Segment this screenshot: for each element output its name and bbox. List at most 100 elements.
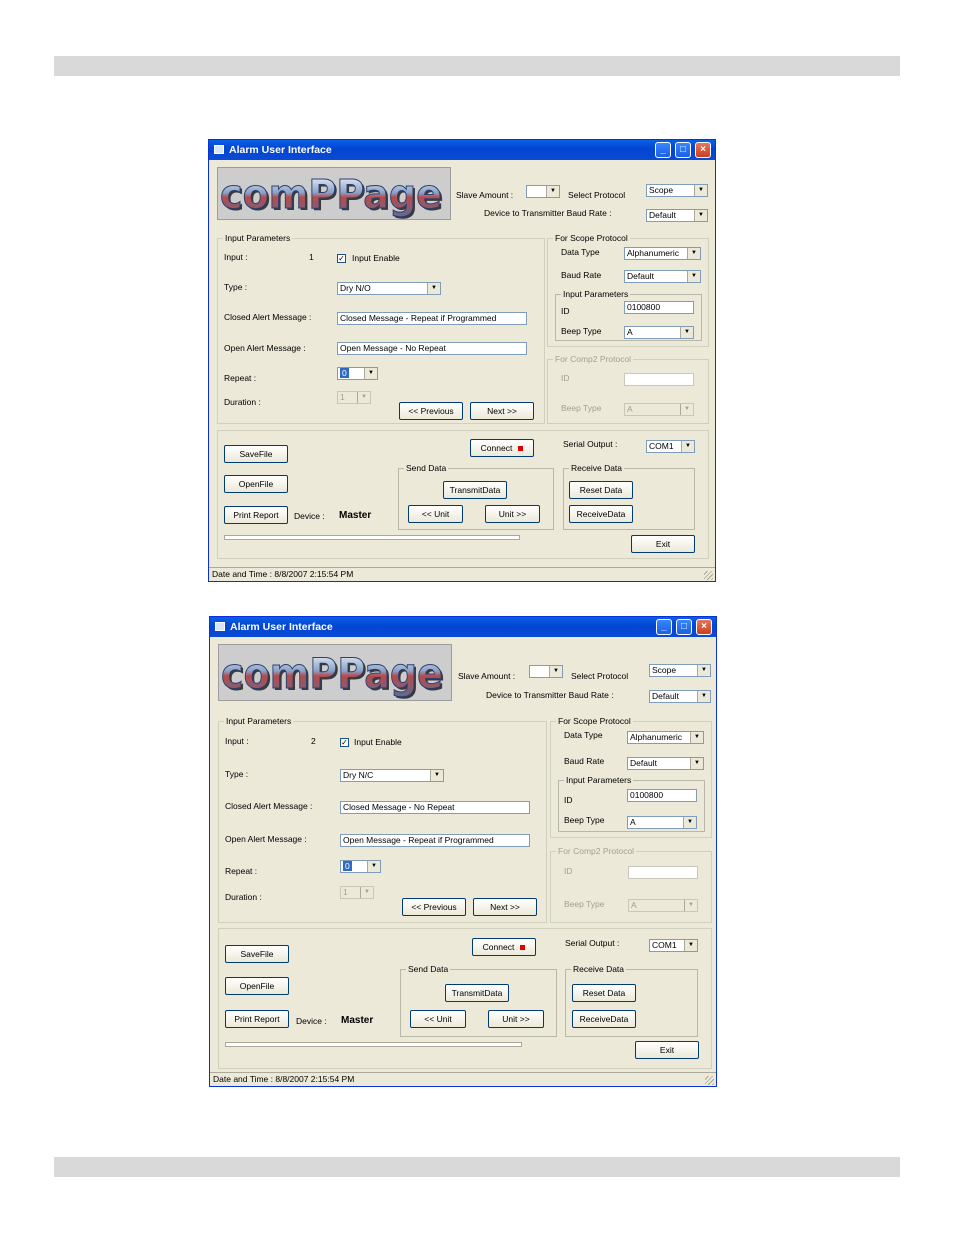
protocol-combo[interactable]: Scope ▼ <box>646 184 708 197</box>
beep-type-combo[interactable]: A ▼ <box>624 326 694 339</box>
input-number: 1 <box>309 252 314 262</box>
duration-label: Duration : <box>224 397 261 407</box>
repeat-label: Repeat : <box>225 866 258 876</box>
scope-baud-combo[interactable]: Default ▼ <box>624 270 701 283</box>
resize-grip-icon[interactable] <box>704 571 713 580</box>
open-file-button[interactable]: OpenFile <box>224 475 288 493</box>
next-unit-button[interactable]: Unit >> <box>485 505 540 523</box>
data-type-combo[interactable]: Alphanumeric ▼ <box>627 731 704 744</box>
reset-data-button[interactable]: Reset Data <box>572 984 636 1002</box>
select-protocol-label: Select Protocol <box>568 190 626 200</box>
title-bar[interactable]: Alarm User Interface _ □ × <box>210 617 716 637</box>
resize-grip-icon[interactable] <box>705 1076 714 1085</box>
group-label: For Comp2 Protocol <box>556 846 637 856</box>
type-combo[interactable]: Dry N/C ▼ <box>340 769 444 782</box>
comp2-beep-combo: A ▼ <box>624 403 694 416</box>
scope-protocol-group: For Scope Protocol Data Type Alphanumeri… <box>550 716 712 838</box>
previous-unit-button[interactable]: << Unit <box>410 1010 466 1028</box>
serial-output-combo[interactable]: COM1 ▼ <box>649 939 698 952</box>
open-file-button[interactable]: OpenFile <box>225 977 289 995</box>
slave-amount-label: Slave Amount : <box>458 671 516 681</box>
input-enable-label: Input Enable <box>354 737 402 747</box>
previous-button[interactable]: << Previous <box>402 898 466 916</box>
data-type-combo[interactable]: Alphanumeric ▼ <box>624 247 701 260</box>
chevron-down-icon: ▼ <box>430 770 443 781</box>
connect-button[interactable]: Connect <box>472 938 536 956</box>
duration-combo: 1 ▼ <box>340 886 374 899</box>
chevron-down-icon: ▼ <box>687 248 700 259</box>
beep-type-label: Beep Type <box>561 326 602 336</box>
receive-data-button[interactable]: ReceiveData <box>569 505 633 523</box>
chevron-down-icon: ▼ <box>697 691 710 702</box>
connect-button[interactable]: Connect <box>470 439 534 457</box>
open-alert-input[interactable]: Open Message - Repeat if Programmed <box>340 834 530 847</box>
connection-status-icon <box>520 945 526 951</box>
slave-amount-combo[interactable]: ▼ <box>529 665 563 678</box>
repeat-label: Repeat : <box>224 373 257 383</box>
protocol-combo[interactable]: Scope ▼ <box>649 664 711 677</box>
id-input[interactable]: 0100800 <box>624 301 694 314</box>
exit-button[interactable]: Exit <box>631 535 695 553</box>
chevron-down-icon: ▼ <box>681 441 694 452</box>
print-report-button[interactable]: Print Report <box>225 1010 289 1028</box>
group-label: Receive Data <box>569 463 625 473</box>
chevron-down-icon: ▼ <box>684 900 697 911</box>
repeat-combo[interactable]: 0 ▼ <box>340 860 381 873</box>
status-bar: Date and Time : 8/8/2007 2:15:54 PM <box>210 1072 716 1086</box>
minimize-icon[interactable]: _ <box>656 619 672 635</box>
save-file-button[interactable]: SaveFile <box>224 445 288 463</box>
transmit-data-button[interactable]: TransmitData <box>443 481 507 499</box>
svg-text:comPPage: comPPage <box>221 649 443 698</box>
save-file-button[interactable]: SaveFile <box>225 945 289 963</box>
control-panel: SaveFile OpenFile Print Report Device : … <box>218 928 712 1069</box>
receive-data-group: Receive Data Reset Data ReceiveData <box>565 964 698 1037</box>
receive-data-button[interactable]: ReceiveData <box>572 1010 636 1028</box>
transmit-data-button[interactable]: TransmitData <box>445 984 509 1002</box>
id-label: ID <box>564 795 573 805</box>
close-icon[interactable]: × <box>696 619 712 635</box>
print-report-button[interactable]: Print Report <box>224 506 288 524</box>
serial-output-combo[interactable]: COM1 ▼ <box>646 440 695 453</box>
open-alert-input[interactable]: Open Message - No Repeat <box>337 342 527 355</box>
input-enable-checkbox[interactable]: ✓ <box>340 738 349 747</box>
maximize-icon[interactable]: □ <box>676 619 692 635</box>
duration-combo: 1 ▼ <box>337 391 371 404</box>
scope-baud-combo[interactable]: Default ▼ <box>627 757 704 770</box>
slave-amount-combo[interactable]: ▼ <box>526 185 560 198</box>
repeat-combo[interactable]: 0 ▼ <box>337 367 378 380</box>
open-alert-label: Open Alert Message : <box>224 343 306 353</box>
chevron-down-icon: ▼ <box>364 368 377 379</box>
app-icon <box>214 145 224 154</box>
group-label: Send Data <box>406 964 451 974</box>
previous-button[interactable]: << Previous <box>399 402 463 420</box>
next-button[interactable]: Next >> <box>470 402 534 420</box>
group-label: For Scope Protocol <box>556 716 633 726</box>
comppage-logo: comPPage comPPage <box>217 167 451 220</box>
close-icon[interactable]: × <box>695 142 711 158</box>
id-input[interactable]: 0100800 <box>627 789 697 802</box>
closed-alert-input[interactable]: Closed Message - Repeat if Programmed <box>337 312 527 325</box>
device-baud-combo[interactable]: Default ▼ <box>646 209 708 222</box>
closed-alert-input[interactable]: Closed Message - No Repeat <box>340 801 530 814</box>
beep-type-combo[interactable]: A ▼ <box>627 816 697 829</box>
send-data-group: Send Data TransmitData << Unit Unit >> <box>400 964 557 1037</box>
minimize-icon[interactable]: _ <box>655 142 671 158</box>
next-button[interactable]: Next >> <box>473 898 537 916</box>
connection-status-icon <box>518 446 524 452</box>
title-bar[interactable]: Alarm User Interface _ □ × <box>209 140 715 160</box>
slave-amount-label: Slave Amount : <box>456 190 514 200</box>
next-unit-button[interactable]: Unit >> <box>488 1010 544 1028</box>
input-parameters-group: Input Parameters Input : 2 ✓ Input Enabl… <box>218 716 547 923</box>
reset-data-button[interactable]: Reset Data <box>569 481 633 499</box>
device-baud-combo[interactable]: Default ▼ <box>649 690 711 703</box>
input-parameters-group: Input Parameters Input : 1 ✓ Input Enabl… <box>217 233 545 424</box>
chevron-down-icon: ▼ <box>694 210 707 221</box>
type-combo[interactable]: Dry N/O ▼ <box>337 282 441 295</box>
chevron-down-icon: ▼ <box>687 271 700 282</box>
status-datetime: Date and Time : 8/8/2007 2:15:54 PM <box>213 1074 355 1084</box>
previous-unit-button[interactable]: << Unit <box>408 505 463 523</box>
maximize-icon[interactable]: □ <box>675 142 691 158</box>
group-label: Send Data <box>404 463 449 473</box>
exit-button[interactable]: Exit <box>635 1041 699 1059</box>
input-enable-checkbox[interactable]: ✓ <box>337 254 346 263</box>
